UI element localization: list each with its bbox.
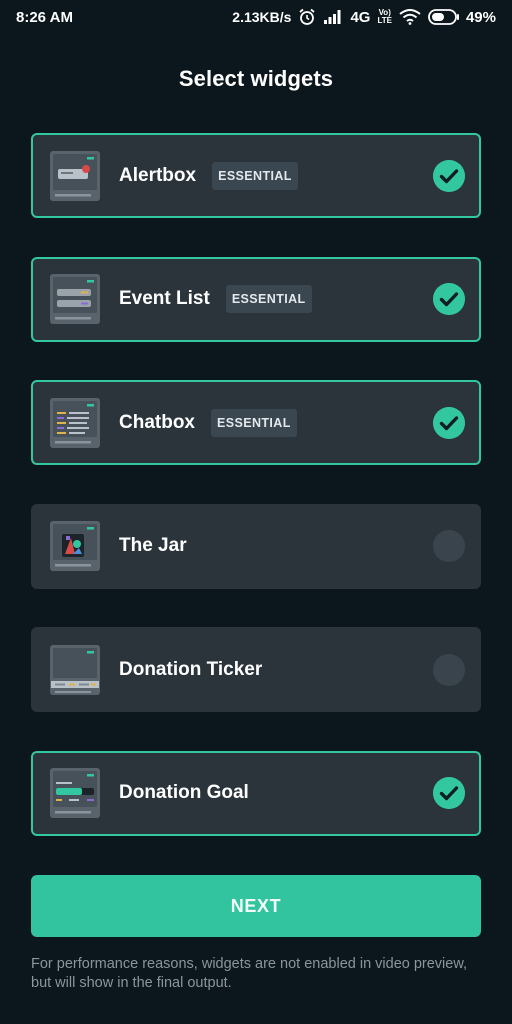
widget-card-alertbox[interactable]: Alertbox ESSENTIAL [31, 133, 481, 218]
essential-badge: ESSENTIAL [211, 408, 297, 437]
checked-icon[interactable] [433, 777, 465, 809]
volte-icon: Vo) LTE [377, 9, 392, 25]
checked-icon[interactable] [433, 159, 465, 192]
chatbox-thumbnail-icon [50, 397, 100, 448]
status-time: 8:26 AM [16, 8, 73, 26]
alertbox-thumbnail-icon [50, 150, 100, 201]
widget-card-donation-ticker[interactable]: Donation Ticker [31, 627, 481, 712]
donation-ticker-thumbnail-icon [50, 644, 100, 695]
screen: 8:26 AM 2.13KB/s 4G Vo) LTE 49% Select w… [0, 0, 512, 1024]
status-bar: 8:26 AM 2.13KB/s 4G Vo) LTE 49% [0, 0, 512, 34]
essential-badge: ESSENTIAL [225, 285, 312, 313]
page-title: Select widgets [178, 66, 334, 91]
jar-thumbnail-icon [50, 521, 100, 571]
widget-card-event-list[interactable]: Event List ESSENTIAL [31, 256, 481, 342]
essential-badge: ESSENTIAL [212, 161, 298, 190]
widget-card-the-jar[interactable]: The Jar [31, 503, 481, 589]
checked-icon[interactable] [433, 283, 465, 315]
widget-label: Chatbox [119, 411, 195, 433]
widget-card-chatbox[interactable]: Chatbox ESSENTIAL [31, 380, 481, 465]
unchecked-icon[interactable] [433, 653, 465, 686]
signal-icon [323, 9, 343, 25]
wifi-icon [399, 9, 421, 25]
checked-icon[interactable] [433, 406, 465, 439]
widget-list: Alertbox ESSENTIAL Event List ESSENTIAL [31, 133, 481, 836]
widget-label: Alertbox [119, 164, 197, 186]
battery-level: 49% [465, 8, 496, 26]
status-icons: 2.13KB/s 4G Vo) LTE 49% [232, 8, 496, 26]
network-speed: 2.13KB/s [232, 9, 292, 25]
next-button[interactable]: NEXT [31, 875, 481, 937]
widget-label: Event List [119, 288, 210, 309]
alarm-icon [298, 8, 316, 26]
performance-footnote: For performance reasons, widgets are not… [31, 956, 468, 991]
network-type: 4G [350, 8, 371, 26]
widget-label: Donation Ticker [119, 658, 263, 680]
widget-label: The Jar [119, 535, 187, 556]
widget-label: Donation Goal [119, 782, 249, 803]
widget-card-donation-goal[interactable]: Donation Goal [31, 750, 481, 836]
unchecked-icon[interactable] [433, 530, 465, 562]
event-list-thumbnail-icon [50, 274, 100, 324]
battery-icon [428, 9, 459, 25]
volte-bottom: LTE [377, 16, 392, 25]
donation-goal-thumbnail-icon [50, 768, 100, 818]
battery: 49% [428, 9, 496, 26]
